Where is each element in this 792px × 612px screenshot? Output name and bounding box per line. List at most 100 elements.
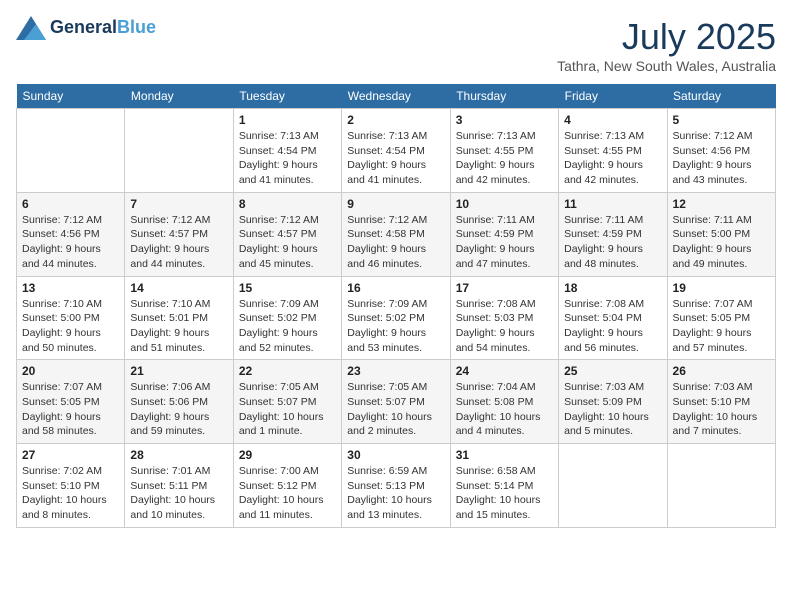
day-number: 22 <box>239 364 336 378</box>
day-info: Sunrise: 7:06 AMSunset: 5:06 PMDaylight:… <box>130 380 227 439</box>
day-number: 13 <box>22 281 119 295</box>
day-number: 6 <box>22 197 119 211</box>
calendar-cell: 23Sunrise: 7:05 AMSunset: 5:07 PMDayligh… <box>342 360 450 444</box>
calendar-cell: 22 Sunrise: 7:05 AMSunset: 5:07 PMDayligh… <box>233 360 341 444</box>
calendar-cell: 14Sunrise: 7:10 AMSunset: 5:01 PMDayligh… <box>125 276 233 360</box>
day-info: Sunrise: 7:12 AMSunset: 4:57 PMDaylight:… <box>130 213 227 272</box>
title-block: July 2025 Tathra, New South Wales, Austr… <box>557 16 776 74</box>
day-number: 26 <box>673 364 770 378</box>
calendar-cell <box>125 109 233 193</box>
day-info: Sunrise: 7:12 AMSunset: 4:56 PMDaylight:… <box>673 129 770 188</box>
calendar-cell: 10Sunrise: 7:11 AMSunset: 4:59 PMDayligh… <box>450 192 558 276</box>
day-info: Sunrise: 7:00 AMSunset: 5:12 PMDaylight:… <box>239 464 336 523</box>
day-number: 9 <box>347 197 444 211</box>
calendar-cell: 17 Sunrise: 7:08 AMSunset: 5:03 PMDayligh… <box>450 276 558 360</box>
logo-icon <box>16 16 46 40</box>
day-info: Sunrise: 7:05 AMSunset: 5:07 PMDaylight:… <box>239 380 336 439</box>
calendar-week-row: 6 Sunrise: 7:12 AMSunset: 4:56 PMDaylight… <box>17 192 776 276</box>
day-number: 25 <box>564 364 661 378</box>
day-info: Sunrise: 7:13 AMSunset: 4:54 PMDaylight:… <box>239 129 336 188</box>
page-header: GeneralBlue July 2025 Tathra, New South … <box>16 16 776 74</box>
day-info: Sunrise: 6:59 AMSunset: 5:13 PMDaylight:… <box>347 464 444 523</box>
day-number: 17 <box>456 281 553 295</box>
calendar-week-row: 27 Sunrise: 7:02 AMSunset: 5:10 PMDayligh… <box>17 444 776 528</box>
day-number: 11 <box>564 197 661 211</box>
day-info: Sunrise: 7:01 AMSunset: 5:11 PMDaylight:… <box>130 464 227 523</box>
day-number: 18 <box>564 281 661 295</box>
calendar-cell: 29 Sunrise: 7:00 AMSunset: 5:12 PMDayligh… <box>233 444 341 528</box>
day-info: Sunrise: 7:09 AMSunset: 5:02 PMDaylight:… <box>347 297 444 356</box>
weekday-header: Monday <box>125 84 233 109</box>
calendar-cell: 7 Sunrise: 7:12 AMSunset: 4:57 PMDaylight… <box>125 192 233 276</box>
day-info: Sunrise: 6:58 AMSunset: 5:14 PMDaylight:… <box>456 464 553 523</box>
day-info: Sunrise: 7:04 AMSunset: 5:08 PMDaylight:… <box>456 380 553 439</box>
day-number: 4 <box>564 113 661 127</box>
day-number: 23 <box>347 364 444 378</box>
day-info: Sunrise: 7:10 AMSunset: 5:01 PMDaylight:… <box>130 297 227 356</box>
calendar-cell: 21 Sunrise: 7:06 AMSunset: 5:06 PMDayligh… <box>125 360 233 444</box>
day-number: 8 <box>239 197 336 211</box>
day-number: 1 <box>239 113 336 127</box>
calendar-cell: 4 Sunrise: 7:13 AMSunset: 4:55 PMDaylight… <box>559 109 667 193</box>
weekday-header: Saturday <box>667 84 775 109</box>
calendar-cell: 26 Sunrise: 7:03 AMSunset: 5:10 PMDayligh… <box>667 360 775 444</box>
day-info: Sunrise: 7:07 AMSunset: 5:05 PMDaylight:… <box>673 297 770 356</box>
calendar-cell: 1 Sunrise: 7:13 AMSunset: 4:54 PMDaylight… <box>233 109 341 193</box>
calendar-cell: 12Sunrise: 7:11 AMSunset: 5:00 PMDayligh… <box>667 192 775 276</box>
logo-text: GeneralBlue <box>50 18 156 38</box>
day-info: Sunrise: 7:03 AMSunset: 5:09 PMDaylight:… <box>564 380 661 439</box>
day-number: 16 <box>347 281 444 295</box>
subtitle: Tathra, New South Wales, Australia <box>557 58 776 74</box>
calendar-cell: 9 Sunrise: 7:12 AMSunset: 4:58 PMDaylight… <box>342 192 450 276</box>
weekday-header: Sunday <box>17 84 125 109</box>
calendar-cell: 13 Sunrise: 7:10 AMSunset: 5:00 PMDayligh… <box>17 276 125 360</box>
calendar-cell: 20Sunrise: 7:07 AMSunset: 5:05 PMDayligh… <box>17 360 125 444</box>
day-info: Sunrise: 7:13 AMSunset: 4:55 PMDaylight:… <box>564 129 661 188</box>
calendar-cell: 5Sunrise: 7:12 AMSunset: 4:56 PMDaylight… <box>667 109 775 193</box>
calendar-cell <box>17 109 125 193</box>
day-info: Sunrise: 7:03 AMSunset: 5:10 PMDaylight:… <box>673 380 770 439</box>
day-number: 3 <box>456 113 553 127</box>
day-number: 21 <box>130 364 227 378</box>
day-info: Sunrise: 7:12 AMSunset: 4:57 PMDaylight:… <box>239 213 336 272</box>
day-number: 30 <box>347 448 444 462</box>
day-info: Sunrise: 7:11 AMSunset: 4:59 PMDaylight:… <box>564 213 661 272</box>
logo: GeneralBlue <box>16 16 156 40</box>
day-number: 19 <box>673 281 770 295</box>
calendar: SundayMondayTuesdayWednesdayThursdayFrid… <box>16 84 776 528</box>
calendar-cell: 11 Sunrise: 7:11 AMSunset: 4:59 PMDayligh… <box>559 192 667 276</box>
day-info: Sunrise: 7:08 AMSunset: 5:03 PMDaylight:… <box>456 297 553 356</box>
weekday-header-row: SundayMondayTuesdayWednesdayThursdayFrid… <box>17 84 776 109</box>
calendar-week-row: 20Sunrise: 7:07 AMSunset: 5:05 PMDayligh… <box>17 360 776 444</box>
day-number: 27 <box>22 448 119 462</box>
day-number: 2 <box>347 113 444 127</box>
weekday-header: Friday <box>559 84 667 109</box>
day-info: Sunrise: 7:08 AMSunset: 5:04 PMDaylight:… <box>564 297 661 356</box>
day-info: Sunrise: 7:11 AMSunset: 4:59 PMDaylight:… <box>456 213 553 272</box>
day-info: Sunrise: 7:12 AMSunset: 4:56 PMDaylight:… <box>22 213 119 272</box>
day-number: 28 <box>130 448 227 462</box>
day-number: 15 <box>239 281 336 295</box>
calendar-cell: 2 Sunrise: 7:13 AMSunset: 4:54 PMDaylight… <box>342 109 450 193</box>
calendar-cell: 25 Sunrise: 7:03 AMSunset: 5:09 PMDayligh… <box>559 360 667 444</box>
day-info: Sunrise: 7:12 AMSunset: 4:58 PMDaylight:… <box>347 213 444 272</box>
day-info: Sunrise: 7:13 AMSunset: 4:54 PMDaylight:… <box>347 129 444 188</box>
calendar-cell <box>559 444 667 528</box>
day-number: 29 <box>239 448 336 462</box>
calendar-cell: 30 Sunrise: 6:59 AMSunset: 5:13 PMDayligh… <box>342 444 450 528</box>
calendar-cell: 31Sunrise: 6:58 AMSunset: 5:14 PMDayligh… <box>450 444 558 528</box>
day-info: Sunrise: 7:02 AMSunset: 5:10 PMDaylight:… <box>22 464 119 523</box>
calendar-cell <box>667 444 775 528</box>
day-info: Sunrise: 7:10 AMSunset: 5:00 PMDaylight:… <box>22 297 119 356</box>
calendar-cell: 16 Sunrise: 7:09 AMSunset: 5:02 PMDayligh… <box>342 276 450 360</box>
calendar-cell: 15Sunrise: 7:09 AMSunset: 5:02 PMDayligh… <box>233 276 341 360</box>
calendar-cell: 3 Sunrise: 7:13 AMSunset: 4:55 PMDaylight… <box>450 109 558 193</box>
calendar-cell: 27 Sunrise: 7:02 AMSunset: 5:10 PMDayligh… <box>17 444 125 528</box>
day-info: Sunrise: 7:07 AMSunset: 5:05 PMDaylight:… <box>22 380 119 439</box>
calendar-cell: 6 Sunrise: 7:12 AMSunset: 4:56 PMDaylight… <box>17 192 125 276</box>
calendar-cell: 18 Sunrise: 7:08 AMSunset: 5:04 PMDayligh… <box>559 276 667 360</box>
calendar-week-row: 13 Sunrise: 7:10 AMSunset: 5:00 PMDayligh… <box>17 276 776 360</box>
day-info: Sunrise: 7:13 AMSunset: 4:55 PMDaylight:… <box>456 129 553 188</box>
day-number: 7 <box>130 197 227 211</box>
calendar-cell: 8 Sunrise: 7:12 AMSunset: 4:57 PMDaylight… <box>233 192 341 276</box>
